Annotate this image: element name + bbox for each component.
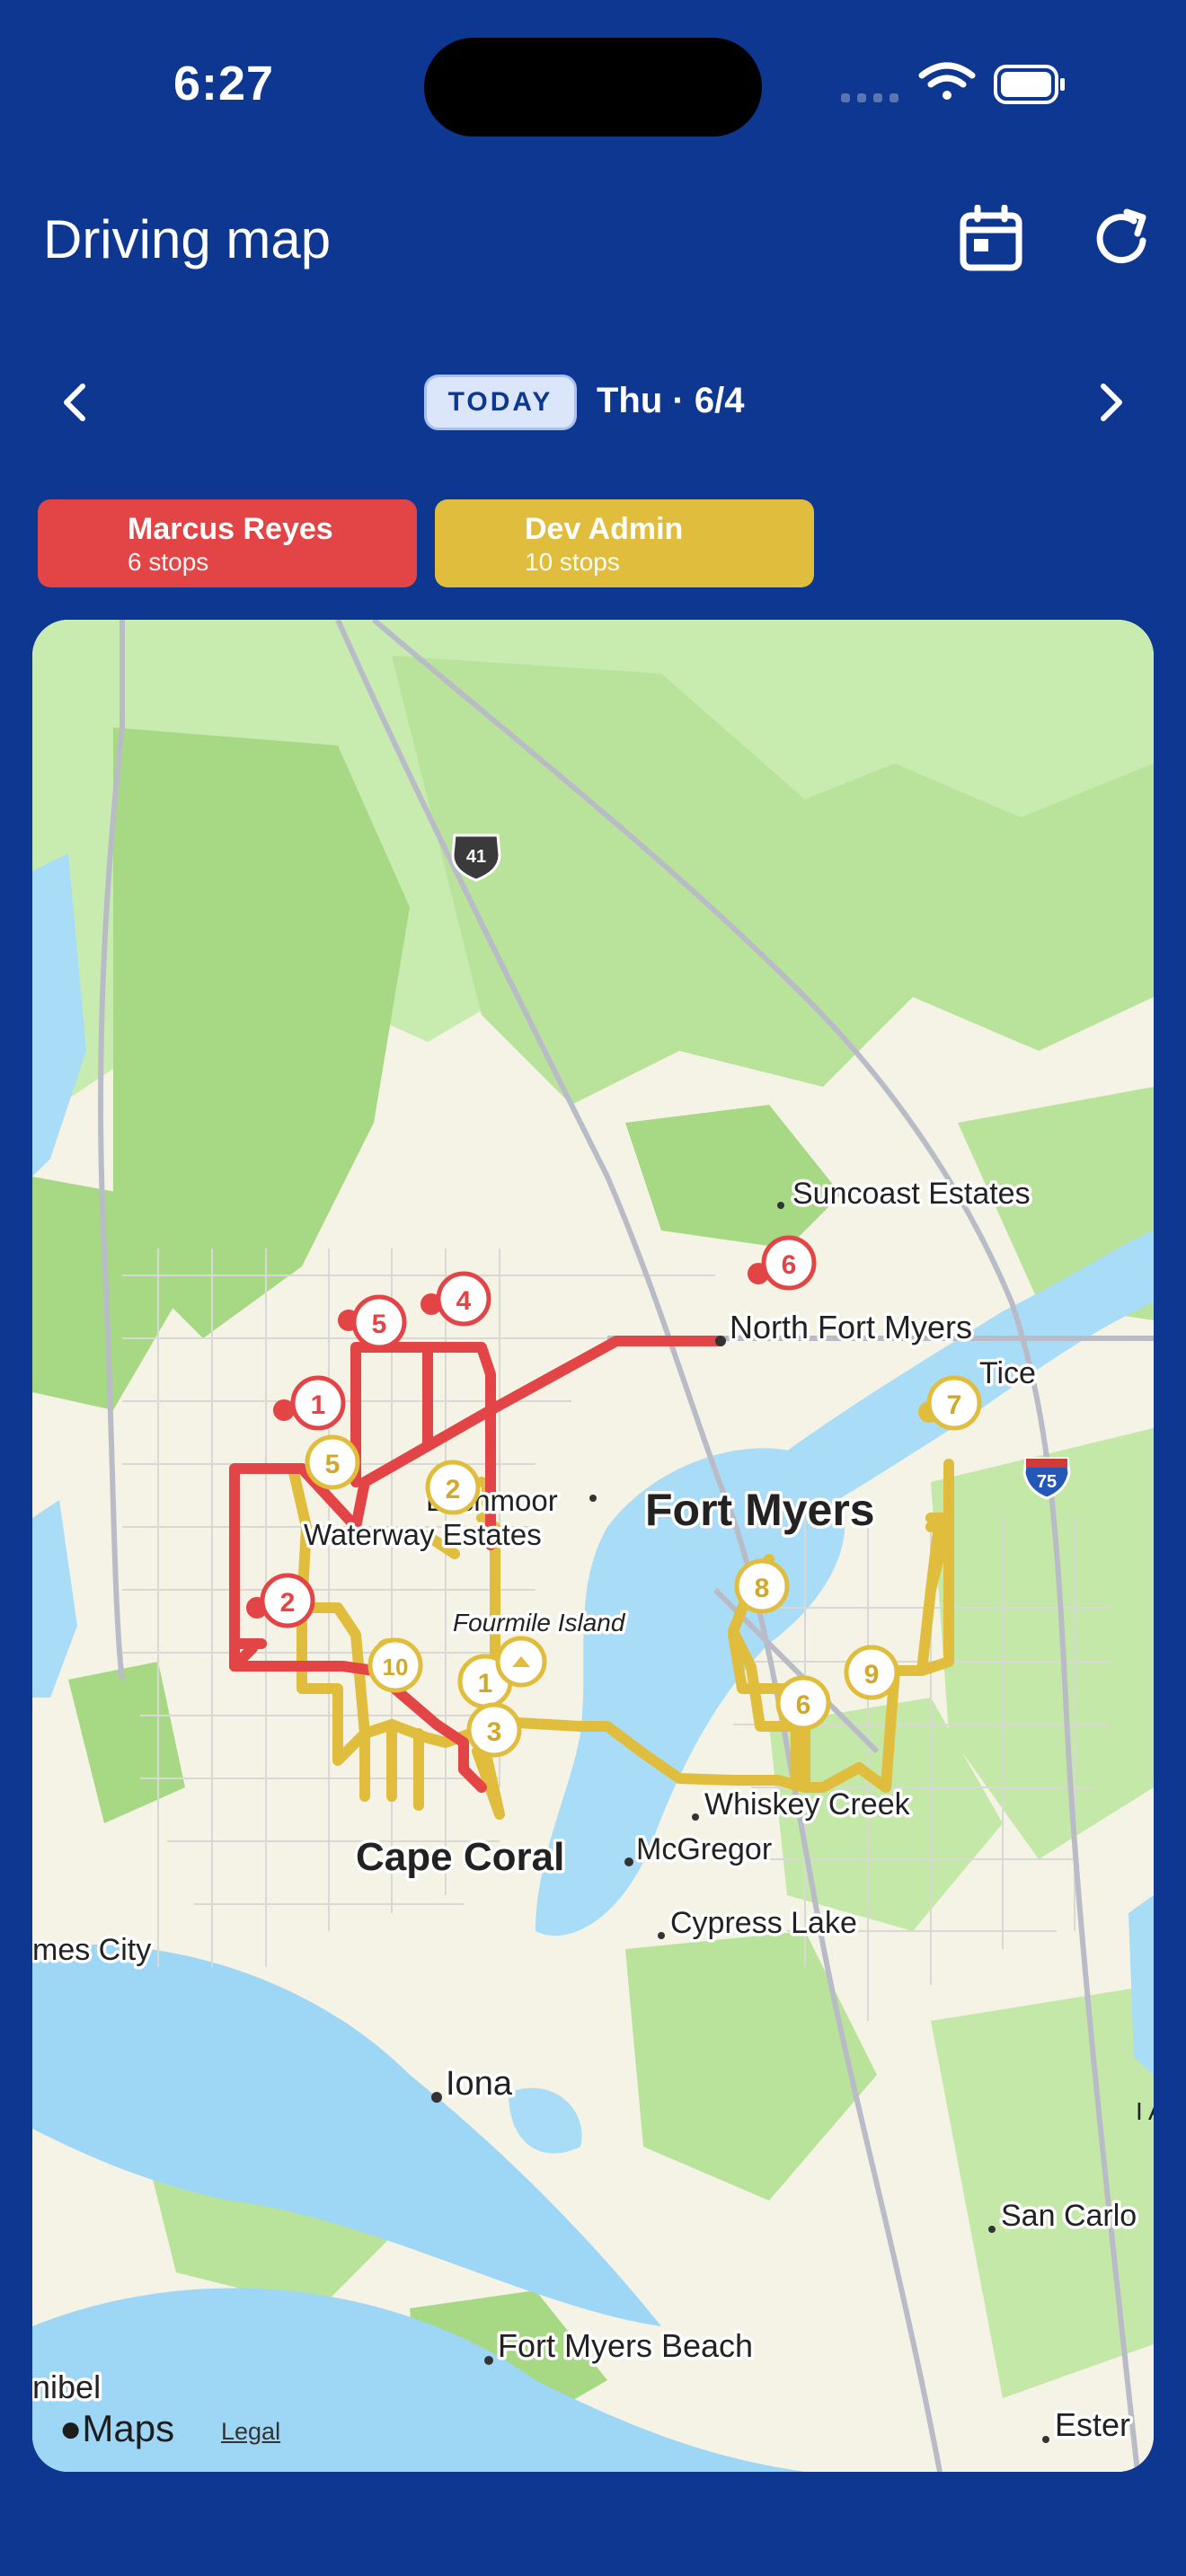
place-estero: Ester (1055, 2406, 1130, 2443)
driver-chip-marcus-reyes[interactable]: Marcus Reyes 6 stops (38, 499, 417, 587)
yellow-stop-5[interactable]: 5 (305, 1434, 360, 1490)
home-marker[interactable] (495, 1636, 547, 1688)
place-iona: Iona (446, 2065, 513, 2103)
yellow-stop-10[interactable]: 10 (367, 1637, 423, 1693)
place-san-carlos: San Carlo (1001, 2199, 1137, 2233)
svg-text:8: 8 (755, 1574, 770, 1603)
dynamic-island (424, 38, 762, 137)
svg-text:6: 6 (796, 1690, 811, 1720)
refresh-icon[interactable] (1087, 205, 1155, 273)
chevron-right-icon[interactable] (1084, 375, 1137, 429)
place-fort-myers-beach: Fort Myers Beach (498, 2327, 753, 2364)
status-time: 6:27 (173, 57, 275, 110)
place-cape-coral: Cape Coral (356, 1835, 564, 1879)
page-title: Driving map (43, 209, 332, 269)
driver-stops: 6 stops (128, 548, 209, 576)
cellular-signal-icon (841, 93, 898, 102)
svg-text:7: 7 (947, 1390, 962, 1420)
yellow-stop-3[interactable]: 3 (466, 1702, 522, 1758)
map-view[interactable]: 41 75 Suncoast Estates North Fort Myers … (32, 620, 1154, 2472)
driver-chip-dev-admin[interactable]: Dev Admin 10 stops (435, 499, 814, 587)
place-north-fort-myers: North Fort Myers (730, 1309, 972, 1345)
svg-text:5: 5 (372, 1310, 387, 1339)
status-icons (841, 62, 1065, 104)
driver-stops: 10 stops (525, 548, 620, 576)
maps-logo: ●Maps (59, 2407, 174, 2450)
place-james-city: mes City (32, 1933, 151, 1967)
place-airport: I A (1136, 2097, 1154, 2125)
svg-text:1: 1 (478, 1669, 493, 1698)
svg-text:5: 5 (325, 1450, 341, 1479)
yellow-stop-2[interactable]: 2 (425, 1460, 481, 1515)
svg-text:2: 2 (446, 1475, 461, 1504)
apple-logo-icon: ● (59, 2407, 83, 2449)
route-41-label: 41 (466, 847, 486, 867)
legal-link[interactable]: Legal (221, 2418, 280, 2446)
place-sanibel: nibel (32, 2369, 101, 2405)
date-label: Thu · 6/4 (597, 381, 745, 420)
svg-text:4: 4 (456, 1286, 472, 1316)
svg-text:3: 3 (487, 1717, 502, 1747)
place-fort-myers: Fort Myers (645, 1485, 875, 1535)
svg-text:6: 6 (782, 1250, 797, 1280)
yellow-stop-8[interactable]: 8 (734, 1558, 790, 1614)
place-mcgregor: McGregor (636, 1832, 772, 1866)
place-tice: Tice (979, 1356, 1036, 1390)
place-fourmile-island: Fourmile Island (453, 1609, 626, 1636)
battery-icon (994, 65, 1065, 104)
wifi-icon (918, 62, 976, 100)
maps-logo-text: Maps (82, 2407, 175, 2449)
today-button[interactable]: TODAY (424, 375, 577, 430)
interstate-75-label: 75 (1037, 1472, 1057, 1492)
driver-name: Dev Admin (525, 512, 684, 546)
map-canvas: 41 75 Suncoast Estates North Fort Myers … (32, 620, 1154, 2472)
place-waterway-estates: Waterway Estates (304, 1518, 542, 1551)
svg-text:1: 1 (311, 1390, 326, 1420)
svg-text:2: 2 (280, 1588, 296, 1618)
svg-text:10: 10 (383, 1654, 409, 1681)
calendar-icon[interactable] (958, 205, 1026, 273)
yellow-stop-9[interactable]: 9 (844, 1645, 899, 1700)
svg-text:9: 9 (864, 1660, 880, 1689)
driver-name: Marcus Reyes (128, 512, 333, 546)
yellow-stop-6[interactable]: 6 (775, 1675, 831, 1731)
chevron-left-icon[interactable] (49, 375, 102, 429)
place-whiskey-creek: Whiskey Creek (704, 1787, 911, 1822)
place-cypress-lake: Cypress Lake (670, 1906, 857, 1940)
place-suncoast-estates: Suncoast Estates (792, 1177, 1031, 1211)
